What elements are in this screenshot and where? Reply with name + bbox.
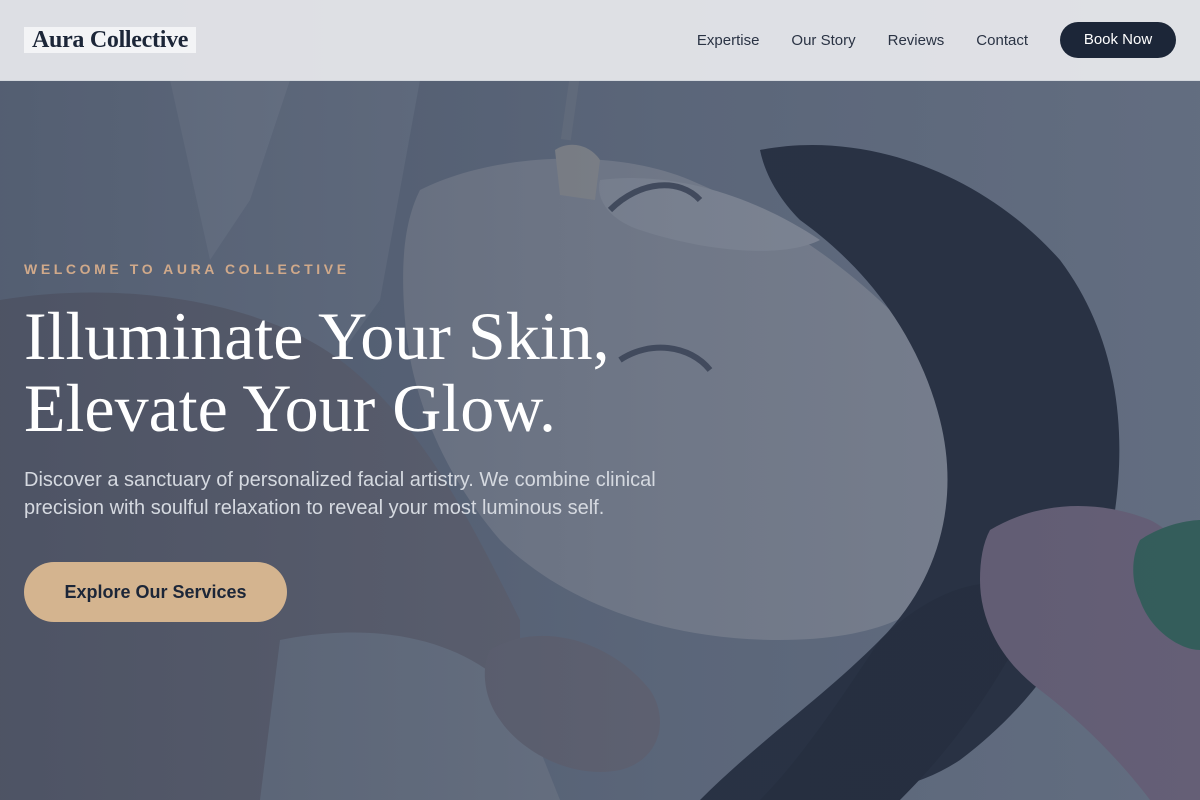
nav-link-our-story[interactable]: Our Story [791, 32, 855, 49]
main-nav: Expertise Our Story Reviews Contact Book… [697, 0, 1176, 80]
hero-headline-line-1: Illuminate Your Skin, [24, 298, 610, 374]
hero-headline-line-2: Elevate Your Glow. [24, 370, 556, 446]
hero-headline: Illuminate Your Skin, Elevate Your Glow. [24, 300, 784, 444]
brand-logo[interactable]: Aura Collective [24, 27, 197, 53]
hero-eyebrow: WELCOME TO AURA COLLECTIVE [24, 261, 350, 277]
hero-subtext: Discover a sanctuary of personalized fac… [24, 469, 656, 519]
nav-link-contact[interactable]: Contact [976, 32, 1028, 49]
book-now-button[interactable]: Book Now [1060, 22, 1176, 58]
explore-services-button[interactable]: Explore Our Services [24, 562, 287, 622]
site-header: Aura Collective Expertise Our Story Revi… [0, 0, 1200, 81]
nav-link-reviews[interactable]: Reviews [888, 32, 945, 49]
nav-link-expertise[interactable]: Expertise [697, 32, 760, 49]
hero-content: WELCOME TO AURA COLLECTIVE Illuminate Yo… [24, 258, 784, 622]
